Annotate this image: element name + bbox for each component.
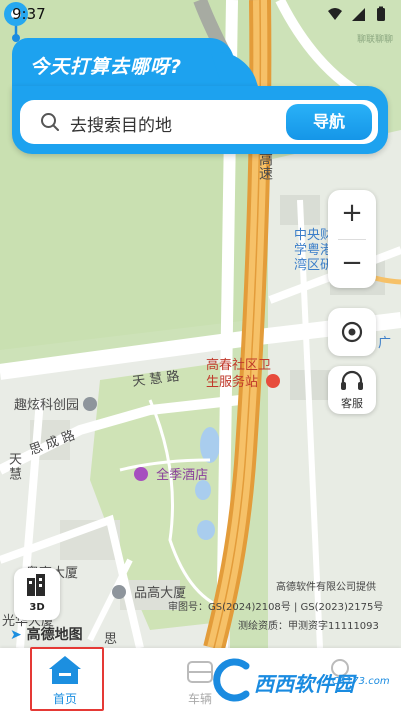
customer-service-button[interactable]: 客服: [328, 366, 376, 414]
clinic-label-line1: 高春社区卫: [206, 358, 272, 373]
search-card: 去搜索目的地 导航 今天打算去哪呀?: [12, 38, 388, 154]
copyright-line2: 审图号：GS(2024)2108号 | GS(2023)2175号: [168, 602, 384, 613]
3d-buildings-icon: [27, 574, 45, 596]
customer-service-label: 客服: [341, 397, 363, 410]
search-input[interactable]: 去搜索目的地 导航: [20, 100, 378, 144]
building-poi-icon: [83, 397, 98, 411]
guang-edge-label: 广: [378, 336, 392, 351]
amap-logo: ➤ 高德地图: [10, 624, 83, 644]
quxuan-label-text: 趣炫科创园: [14, 398, 80, 413]
copyright-line1: 高德软件有限公司提供: [276, 582, 376, 593]
clinic-label-line2: 生服务站: [206, 374, 284, 391]
zoom-control: + −: [328, 190, 376, 288]
watermark-site: CR173.com: [332, 676, 390, 687]
quxuan-label[interactable]: 趣炫科创园: [14, 394, 101, 413]
highway-label: 高速: [257, 152, 273, 180]
status-time: 9:37: [12, 5, 46, 23]
search-placeholder: 去搜索目的地: [70, 116, 172, 136]
search-card-title: 今天打算去哪呀?: [30, 56, 183, 78]
pingao-poi-icon: [112, 585, 126, 599]
home-highlight-box: [30, 647, 104, 711]
headset-icon: [341, 370, 363, 390]
status-bar: 9:37: [0, 0, 401, 28]
search-icon: [41, 113, 59, 131]
copyright-line3: 测绘资质：甲测资字11111093: [238, 621, 379, 632]
hotel-label[interactable]: 全季酒店: [134, 464, 208, 483]
amap-logo-text: 高德地图: [26, 627, 83, 643]
tianhui-vertical-label: 天慧: [6, 452, 21, 482]
watermark: 西西软件园 CR173.com: [210, 656, 390, 708]
clinic-label[interactable]: 高春社区卫 生服务站: [206, 358, 284, 391]
clinic-poi-icon: [266, 374, 281, 388]
locate-button[interactable]: [328, 308, 376, 356]
watermark-logo-icon: [213, 658, 250, 702]
si-label: 思: [104, 632, 118, 647]
hotel-label-text: 全季酒店: [156, 468, 209, 483]
hotel-poi-icon: [134, 467, 148, 481]
wifi-icon: [328, 8, 342, 20]
signal-icon: [352, 8, 365, 21]
compass-icon: ➤: [10, 627, 22, 643]
status-icons: [327, 6, 389, 22]
clinic-label-line2-text: 生服务站: [206, 375, 259, 390]
3d-label: 3D: [29, 602, 45, 613]
navigate-button[interactable]: 导航: [286, 104, 372, 140]
zoom-in-button[interactable]: +: [328, 190, 376, 238]
search-card-body: 去搜索目的地 导航: [12, 86, 388, 154]
battery-icon: [377, 6, 385, 21]
locate-icon: [341, 321, 363, 343]
zoom-out-button[interactable]: −: [328, 240, 376, 288]
3d-toggle-button[interactable]: 3D: [14, 568, 60, 620]
